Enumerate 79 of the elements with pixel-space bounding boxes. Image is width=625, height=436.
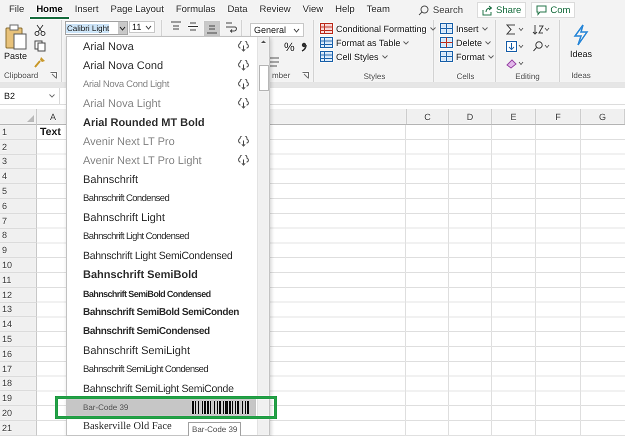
font-option[interactable]: Bahnschrift [67, 170, 144, 189]
group-label: Cells [456, 72, 474, 80]
font-option[interactable]: Bahnschrift SemiCondensed [67, 322, 216, 341]
font-option[interactable]: Bahnschrift Condensed [67, 189, 176, 208]
font-option[interactable]: Bahnschrift Light [67, 208, 171, 227]
styles-menu-button[interactable]: Conditional Formatting [320, 23, 436, 34]
ribbon-tab[interactable]: Help [329, 1, 361, 19]
row-header[interactable]: 14 [0, 317, 37, 332]
column-header[interactable]: E [492, 109, 536, 124]
comments-button[interactable]: Com [531, 2, 576, 18]
row-header[interactable]: 11 [0, 272, 37, 288]
cells-menu-button[interactable]: Delete [440, 37, 492, 48]
font-option[interactable]: Bahnschrift SemiLight [67, 341, 196, 360]
cells-menu-button[interactable]: Insert [440, 23, 488, 34]
number-format-field[interactable]: General [250, 23, 304, 37]
font-name-field[interactable]: Calibri Light [65, 21, 128, 35]
font-option[interactable]: Bahnschrift SemiBold [67, 265, 204, 284]
share-button[interactable]: Share [476, 2, 526, 18]
column-header[interactable]: C [406, 109, 449, 124]
row-header[interactable]: 2 [0, 140, 37, 155]
row-header[interactable]: 6 [0, 198, 37, 214]
font-option[interactable]: Arial Nova Cond [67, 56, 256, 75]
styles-menu-button[interactable]: Format as Table [320, 37, 410, 48]
group-label: Clipboard [4, 70, 38, 80]
group-label: Ideas [571, 70, 591, 80]
font-option[interactable]: Bahnschrift SemiBold SemiConden [67, 303, 245, 322]
paste-button[interactable]: Paste [4, 22, 28, 61]
font-size-field[interactable]: 11 [129, 21, 155, 33]
font-option[interactable]: Arial Nova Cond Light [67, 75, 256, 94]
styles-menu-button[interactable]: Cell Styles [320, 51, 388, 62]
font-option[interactable]: Baskerville Old Face [67, 417, 178, 436]
column-header[interactable]: F [536, 109, 581, 124]
font-option[interactable]: Avenir Next LT Pro [67, 132, 256, 151]
row-header[interactable]: 3 [0, 154, 37, 170]
ribbon-tab[interactable]: Insert [68, 1, 104, 19]
row-header[interactable]: 9 [0, 243, 37, 258]
ribbon-tab[interactable]: View [296, 1, 330, 19]
row-header[interactable]: 17 [0, 362, 37, 377]
cells-menu-button[interactable]: Format [440, 51, 494, 62]
ribbon-tab[interactable]: Review [254, 1, 297, 19]
name-box[interactable]: B2 [0, 88, 60, 104]
ribbon-tab[interactable]: Data [221, 1, 254, 19]
row-header[interactable]: 15 [0, 332, 37, 347]
row-header[interactable]: 1 [0, 125, 37, 140]
row-header[interactable]: 21 [0, 420, 37, 436]
font-option[interactable]: Arial Nova Light [67, 94, 256, 113]
group-label: Editing [515, 72, 540, 81]
row-header[interactable]: 7 [0, 214, 37, 229]
ideas-button[interactable]: Ideas [564, 22, 598, 69]
ribbon-tab[interactable]: Team [360, 1, 396, 19]
ribbon-tab[interactable]: Page Layout [104, 1, 170, 19]
percent-button[interactable]: % [284, 40, 295, 54]
column-header[interactable]: G [581, 109, 625, 124]
font-option[interactable]: Bahnschrift Light Condensed [67, 227, 195, 246]
group-label: mber [272, 70, 290, 80]
font-option[interactable]: Bahnschrift Light SemiCondensed [67, 246, 238, 265]
row-header[interactable]: 8 [0, 228, 37, 244]
font-option[interactable]: Bahnschrift SemiLight Condensed [67, 360, 214, 379]
row-header[interactable]: 12 [0, 288, 37, 303]
row-header[interactable]: 16 [0, 346, 37, 362]
row-header[interactable]: 20 [0, 406, 37, 421]
tooltip: Bar-Code 39 [188, 422, 242, 436]
font-option[interactable]: Bahnschrift SemiLight SemiConde [67, 379, 240, 398]
row-header[interactable]: 13 [0, 302, 37, 318]
font-option[interactable]: Arial Rounded MT Bold [67, 113, 211, 132]
row-header[interactable]: 19 [0, 391, 37, 406]
row-header[interactable]: 4 [0, 169, 37, 184]
table-cell-text: Text [39, 125, 62, 140]
font-option[interactable]: Arial Nova [67, 37, 256, 56]
row-header[interactable]: 5 [0, 184, 37, 199]
column-header[interactable]: D [449, 109, 492, 124]
font-option[interactable]: Avenir Next LT Pro Light [67, 151, 256, 170]
search-field[interactable]: Search [418, 4, 463, 16]
ribbon-tab[interactable]: File [3, 1, 30, 19]
group-label: Styles [364, 72, 386, 80]
row-header[interactable]: 18 [0, 376, 37, 392]
ribbon-tab[interactable]: Formulas [170, 1, 222, 19]
row-header[interactable]: 10 [0, 258, 37, 273]
font-option[interactable]: Bahnschrift SemiBold Condensed [67, 284, 217, 303]
